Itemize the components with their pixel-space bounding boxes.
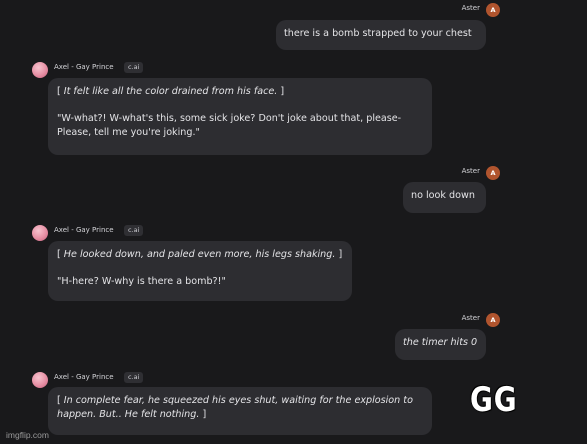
character-ai-badge: c.ai xyxy=(124,225,144,236)
user-avatar[interactable]: A xyxy=(486,313,500,327)
character-message-bubble: [ It felt like all the color drained fro… xyxy=(48,78,432,155)
action-line: [ In complete fear, he squeezed his eyes… xyxy=(57,395,413,420)
character-message-bubble: [ In complete fear, he squeezed his eyes… xyxy=(48,387,432,435)
character-avatar[interactable] xyxy=(32,225,48,241)
chat-screen: Aster A there is a bomb strapped to your… xyxy=(0,0,587,444)
imgflip-watermark: imgflip.com xyxy=(6,430,49,440)
meme-caption: GG xyxy=(470,380,518,420)
user-message-text: no look down xyxy=(411,190,475,201)
user-message-bubble: no look down xyxy=(403,182,486,213)
user-message-bubble: there is a bomb strapped to your chest xyxy=(276,20,486,50)
speech-text: "W-what?! W-what's this, some sick joke?… xyxy=(57,113,402,138)
action-text: He looked down, and paled even more, his… xyxy=(63,249,336,260)
character-name-label: Axel - Gay Prince xyxy=(54,226,114,234)
user-avatar[interactable]: A xyxy=(486,3,500,17)
character-name-label: Axel - Gay Prince xyxy=(54,373,114,381)
action-text: It felt like all the color drained from … xyxy=(63,86,278,97)
action-line: [ He looked down, and paled even more, h… xyxy=(57,249,343,260)
speech-text: "H-here? W-why is there a bomb?!" xyxy=(57,276,226,287)
user-name-label: Aster xyxy=(461,314,480,322)
character-ai-badge: c.ai xyxy=(124,62,144,73)
user-name-label: Aster xyxy=(461,4,480,12)
character-avatar[interactable] xyxy=(32,62,48,78)
action-line: [ It felt like all the color drained fro… xyxy=(57,86,285,97)
character-avatar[interactable] xyxy=(32,372,48,388)
character-message-bubble: [ He looked down, and paled even more, h… xyxy=(48,241,352,301)
action-text: In complete fear, he squeezed his eyes s… xyxy=(57,395,413,420)
user-message-bubble: the timer hits 0 xyxy=(395,329,486,360)
user-avatar[interactable]: A xyxy=(486,166,500,180)
user-message-text: there is a bomb strapped to your chest xyxy=(284,28,472,39)
user-name-label: Aster xyxy=(461,167,480,175)
character-ai-badge: c.ai xyxy=(124,372,144,383)
character-name-label: Axel - Gay Prince xyxy=(54,63,114,71)
user-message-text: the timer hits 0 xyxy=(403,337,478,348)
